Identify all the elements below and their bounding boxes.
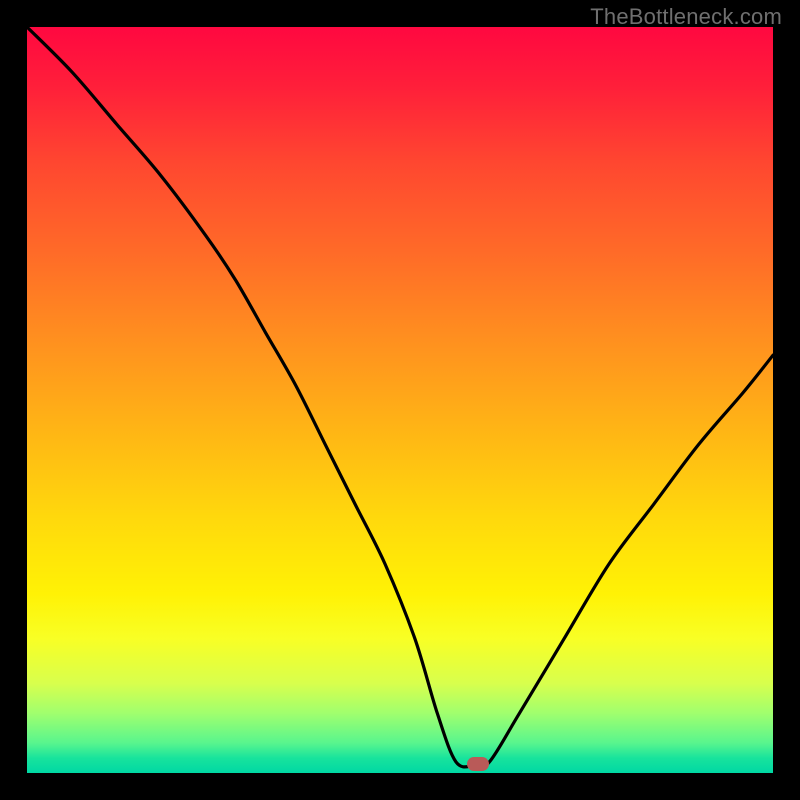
plot-area <box>27 27 773 773</box>
curve-layer <box>27 27 773 773</box>
chart-frame: TheBottleneck.com <box>0 0 800 800</box>
bottleneck-curve-path <box>27 27 773 767</box>
optimal-marker <box>467 757 489 771</box>
